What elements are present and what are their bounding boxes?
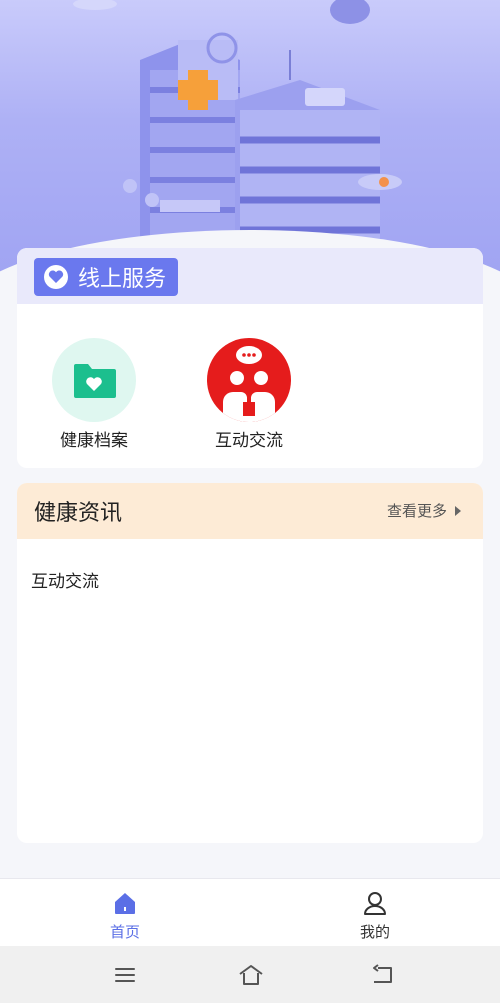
home-icon <box>111 889 139 917</box>
heart-icon <box>44 265 68 289</box>
service-item-label: 互动交流 <box>215 431 283 451</box>
service-item-label: 健康档案 <box>60 431 128 451</box>
online-services-card: 线上服务 健康档案 互动交流 <box>17 248 483 468</box>
news-list-item[interactable]: 互动交流 <box>31 567 99 592</box>
online-services-title: 线上服务 <box>78 267 167 292</box>
online-services-header: 线上服务 <box>17 248 483 304</box>
home-nav-icon[interactable] <box>238 963 263 987</box>
online-services-tag: 线上服务 <box>34 258 179 296</box>
view-more-link[interactable]: 查看更多 <box>387 500 461 521</box>
health-news-card: 健康资讯 查看更多 互动交流 <box>17 483 483 843</box>
service-item-interaction[interactable]: 互动交流 <box>194 338 304 451</box>
view-more-label: 查看更多 <box>386 502 447 520</box>
tab-mine[interactable]: 我的 <box>330 889 420 942</box>
caret-right-icon <box>455 505 461 516</box>
health-news-title: 健康资讯 <box>34 501 123 526</box>
tab-mine-label: 我的 <box>359 923 390 941</box>
folder-heart-icon <box>52 338 136 422</box>
health-news-header: 健康资讯 查看更多 <box>17 483 483 539</box>
user-icon <box>361 889 389 917</box>
tab-home[interactable]: 首页 <box>80 889 170 942</box>
system-nav-bar <box>0 946 500 1003</box>
back-icon[interactable] <box>370 963 394 987</box>
menu-icon[interactable] <box>113 963 137 987</box>
service-item-health-record[interactable]: 健康档案 <box>39 338 149 451</box>
bottom-tab-bar: 首页 我的 <box>0 878 500 946</box>
tab-home-label: 首页 <box>109 923 140 941</box>
chat-people-icon <box>207 338 291 422</box>
